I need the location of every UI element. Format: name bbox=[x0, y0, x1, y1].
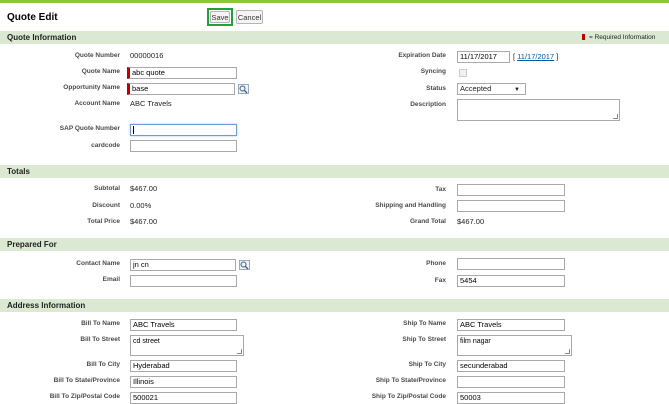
bill-to-street-label: Bill To Street bbox=[80, 336, 120, 343]
total-price-value: $467.00 bbox=[130, 217, 158, 226]
email-input[interactable] bbox=[130, 275, 237, 287]
bill-to-street-textarea[interactable]: cd street bbox=[130, 335, 244, 356]
bill-to-street-text: cd street bbox=[133, 338, 160, 345]
contact-name-input[interactable]: jn cn bbox=[130, 259, 236, 271]
bill-to-name-label: Bill To Name bbox=[81, 320, 120, 327]
expiration-today-link[interactable]: 11/17/2017 bbox=[517, 52, 554, 61]
grand-total-label: Grand Total bbox=[410, 218, 446, 225]
account-name-label: Account Name bbox=[74, 100, 120, 107]
opportunity-name-input[interactable]: base bbox=[127, 83, 235, 95]
ship-to-zip-input[interactable]: 50003 bbox=[457, 392, 565, 404]
ship-to-zip-label: Ship To Zip/Postal Code bbox=[371, 393, 446, 400]
required-legend: = Required Information bbox=[589, 34, 656, 41]
top-accent-bar bbox=[0, 0, 669, 3]
resize-grip-icon[interactable] bbox=[237, 349, 242, 354]
ship-to-name-label: Ship To Name bbox=[403, 320, 446, 327]
sap-quote-number-label: SAP Quote Number bbox=[59, 125, 120, 132]
resize-grip-icon[interactable] bbox=[565, 349, 570, 354]
phone-label: Phone bbox=[426, 260, 446, 267]
phone-input[interactable] bbox=[457, 258, 565, 270]
resize-grip-icon[interactable] bbox=[613, 114, 618, 119]
expiration-date-today: [ 11/17/2017 ] bbox=[513, 52, 559, 61]
section-quote-information: Quote Information bbox=[0, 31, 669, 44]
quote-number-label: Quote Number bbox=[74, 52, 120, 59]
status-selected-value: Accepted bbox=[460, 84, 492, 93]
ship-to-state-label: Ship To State/Province bbox=[375, 377, 446, 384]
syncing-checkbox bbox=[459, 69, 467, 77]
section-title: Quote Information bbox=[7, 33, 77, 42]
cancel-button[interactable]: Cancel bbox=[236, 10, 263, 24]
ship-to-street-text: film nagar bbox=[460, 338, 491, 345]
section-totals: Totals bbox=[0, 165, 669, 178]
bill-to-zip-label: Bill To Zip/Postal Code bbox=[49, 393, 120, 400]
section-address-information: Address Information bbox=[0, 299, 669, 312]
shipping-input[interactable] bbox=[457, 200, 565, 212]
ship-to-city-input[interactable]: secunderabad bbox=[457, 360, 565, 372]
description-textarea[interactable] bbox=[457, 99, 620, 121]
status-label: Status bbox=[426, 85, 446, 92]
opportunity-name-label: Opportunity Name bbox=[63, 84, 120, 91]
total-price-label: Total Price bbox=[87, 218, 120, 225]
section-title: Prepared For bbox=[7, 240, 57, 249]
discount-value: 0.00% bbox=[130, 201, 152, 210]
ship-to-street-textarea[interactable]: film nagar bbox=[457, 335, 572, 356]
sap-quote-number-input[interactable] bbox=[130, 124, 237, 136]
cardcode-label: cardcode bbox=[91, 142, 120, 149]
tax-label: Tax bbox=[435, 186, 446, 193]
fax-label: Fax bbox=[434, 277, 446, 284]
section-title: Totals bbox=[7, 167, 30, 176]
quote-name-label: Quote Name bbox=[81, 68, 120, 75]
bill-to-name-input[interactable]: ABC Travels bbox=[130, 319, 237, 331]
ship-to-city-label: Ship To City bbox=[408, 361, 446, 368]
expiration-date-label: Expiration Date bbox=[398, 52, 446, 59]
bill-to-city-input[interactable]: Hyderabad bbox=[130, 360, 237, 372]
ship-to-state-input[interactable] bbox=[457, 376, 565, 388]
bill-to-state-input[interactable]: Illinois bbox=[130, 376, 237, 388]
lookup-icon[interactable] bbox=[239, 260, 250, 270]
bill-to-state-label: Bill To State/Province bbox=[53, 377, 120, 384]
required-marker-icon bbox=[582, 34, 585, 40]
bill-to-city-label: Bill To City bbox=[86, 361, 120, 368]
section-title: Address Information bbox=[7, 301, 86, 310]
subtotal-label: Subtotal bbox=[94, 185, 120, 192]
section-prepared-for: Prepared For bbox=[0, 238, 669, 251]
contact-name-label: Contact Name bbox=[76, 260, 120, 267]
ship-to-street-label: Ship To Street bbox=[402, 336, 446, 343]
grand-total-value: $467.00 bbox=[457, 217, 485, 226]
account-name-value: ABC Travels bbox=[130, 99, 172, 108]
bill-to-zip-input[interactable]: 500021 bbox=[130, 392, 237, 404]
expiration-date-input[interactable]: 11/17/2017 bbox=[457, 51, 510, 63]
description-label: Description bbox=[410, 101, 446, 108]
quote-number-value: 00000016 bbox=[130, 51, 164, 60]
text-cursor bbox=[133, 126, 134, 134]
dropdown-arrow-icon: ▼ bbox=[514, 87, 520, 93]
subtotal-value: $467.00 bbox=[130, 184, 158, 193]
cardcode-input[interactable] bbox=[130, 140, 237, 152]
tax-input[interactable] bbox=[457, 184, 565, 196]
page-title: Quote Edit bbox=[7, 12, 58, 23]
quote-name-input[interactable]: abc quote bbox=[127, 67, 237, 79]
status-select[interactable]: Accepted ▼ bbox=[457, 83, 526, 95]
shipping-label: Shipping and Handling bbox=[375, 202, 446, 209]
fax-input[interactable]: 5454 bbox=[457, 275, 565, 287]
lookup-icon[interactable] bbox=[238, 84, 249, 94]
email-label: Email bbox=[102, 276, 120, 283]
save-button[interactable]: Save bbox=[210, 11, 230, 23]
ship-to-name-input[interactable]: ABC Travels bbox=[457, 319, 565, 331]
syncing-label: Syncing bbox=[420, 68, 446, 75]
discount-label: Discount bbox=[92, 202, 120, 209]
